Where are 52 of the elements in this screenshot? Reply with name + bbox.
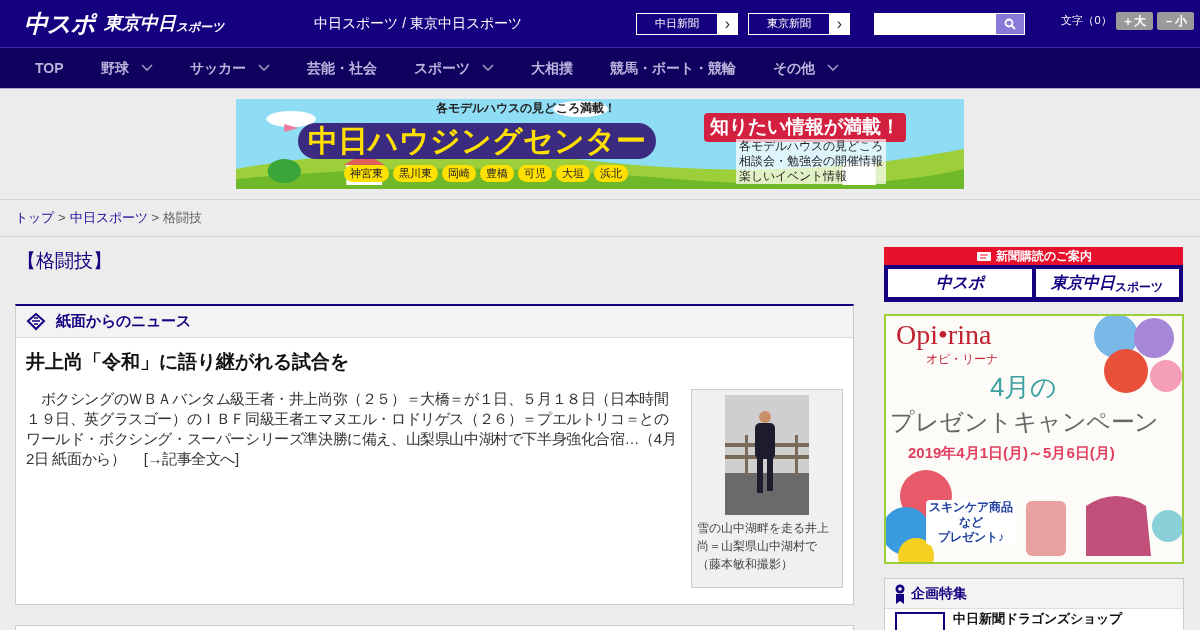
ad-note: プレゼント♪ <box>938 530 1004 545</box>
location-tag: 浜北 <box>594 165 628 182</box>
brand-logo: Opi•rina <box>896 320 992 350</box>
article-title[interactable]: 井上尚「令和」に語り継がれる試合を <box>26 348 843 377</box>
location-tag: 黒川東 <box>393 165 438 182</box>
nav-item[interactable]: TOP <box>35 57 64 79</box>
location-tag: 大垣 <box>556 165 590 182</box>
location-tag: 岡崎 <box>442 165 476 182</box>
nav-item[interactable]: 大相撲 <box>530 57 573 79</box>
site-title: 中日スポーツ / 東京中日スポーツ <box>314 14 524 33</box>
photo-caption: 雪の山中湖畔を走る井上尚＝山梨県山中湖村で（藤本敏和撮影） <box>696 519 830 573</box>
location-tag: 豊橋 <box>480 165 514 182</box>
newspaper-link[interactable]: 中日新聞 › <box>636 12 739 35</box>
ad-tagline: 各モデルハウスの見どころ満載！ <box>436 101 616 115</box>
award-ribbon-icon <box>895 583 905 604</box>
brand-reading: オピ・リーナ <box>926 352 998 366</box>
site-logo[interactable]: 中スポ <box>24 5 95 42</box>
subscription-button[interactable]: 中スポ <box>888 269 1032 297</box>
font-size-label: 文字（0） <box>1061 13 1112 29</box>
read-more-link[interactable]: [→記事全文へ] <box>143 449 239 467</box>
breadcrumb-link[interactable]: 中日スポーツ <box>69 208 148 228</box>
ad-title: プレゼントキャンペーン <box>890 407 1159 437</box>
nav-item[interactable]: サッカー <box>189 57 270 79</box>
breadcrumb-separator: > <box>58 209 66 228</box>
page-title: 【格闘技】 <box>16 249 113 273</box>
ad-frame[interactable]: Opi•rina オピ・リーナ 4月の プレゼントキャンペーン 2019年4月1日(月)～5月6日(月) スキンケア商品 など プレゼント♪ <box>884 314 1184 564</box>
nav-item[interactable]: その他 <box>772 57 839 79</box>
panel-heading: 企画特集 <box>911 584 967 603</box>
nav-item[interactable]: 競馬・ボート・競輪 <box>609 57 736 79</box>
nav-item[interactable]: 芸能・社会 <box>306 57 377 79</box>
ad-point: 各モデルハウスの見どころ <box>739 139 883 154</box>
current-section-label: 格闘技 <box>163 209 203 228</box>
ad-note: スキンケア商品 <box>929 500 1013 515</box>
location-tag: 可児 <box>518 165 552 182</box>
location-tag: 神宮東 <box>344 165 389 182</box>
breadcrumb-separator: > <box>151 209 160 228</box>
ad-dates: 2019年4月1日(月)～5月6日(月) <box>908 443 1115 463</box>
ad-month: 4月の <box>990 371 1058 404</box>
panel-heading: 紙面からのニュース <box>56 311 191 332</box>
breadcrumb-link[interactable]: トップ <box>15 208 54 228</box>
feature-link[interactable]: 中日新聞ドラゴンズショップ <box>953 612 1122 626</box>
search-icon[interactable] <box>996 13 1025 34</box>
ad-point: 楽しいイベント情報 <box>739 169 848 184</box>
subscription-title: 新聞購読のご案内 <box>995 249 1092 263</box>
article-summary: ボクシングのＷＢＡバンタム級王者・井上尚弥（２５）＝大橋＝が１日、５月１８日（日本時間１９日、英グラスゴー）のＩＢＦ同級王者エマヌエル・ロドリゲス（２６）＝プエルトリコ＝とのワールド・ボクシング・スーパーシリーズ準決勝に備え、山梨県山中湖村で下半身強化合宿…（4月2日 紙面から） [→記事全文へ] <box>26 388 678 469</box>
nav-item[interactable]: 野球 <box>100 57 153 79</box>
ad-note: など <box>959 515 983 530</box>
newspaper-link[interactable]: 東京新聞 › <box>748 12 851 35</box>
ad-point: 相談会・勉強会の開催情報 <box>739 154 883 169</box>
search-field[interactable] <box>874 12 1026 35</box>
nav-item[interactable]: スポーツ <box>413 57 494 79</box>
ad-title[interactable]: 中日ハウジングセンター <box>298 123 656 159</box>
